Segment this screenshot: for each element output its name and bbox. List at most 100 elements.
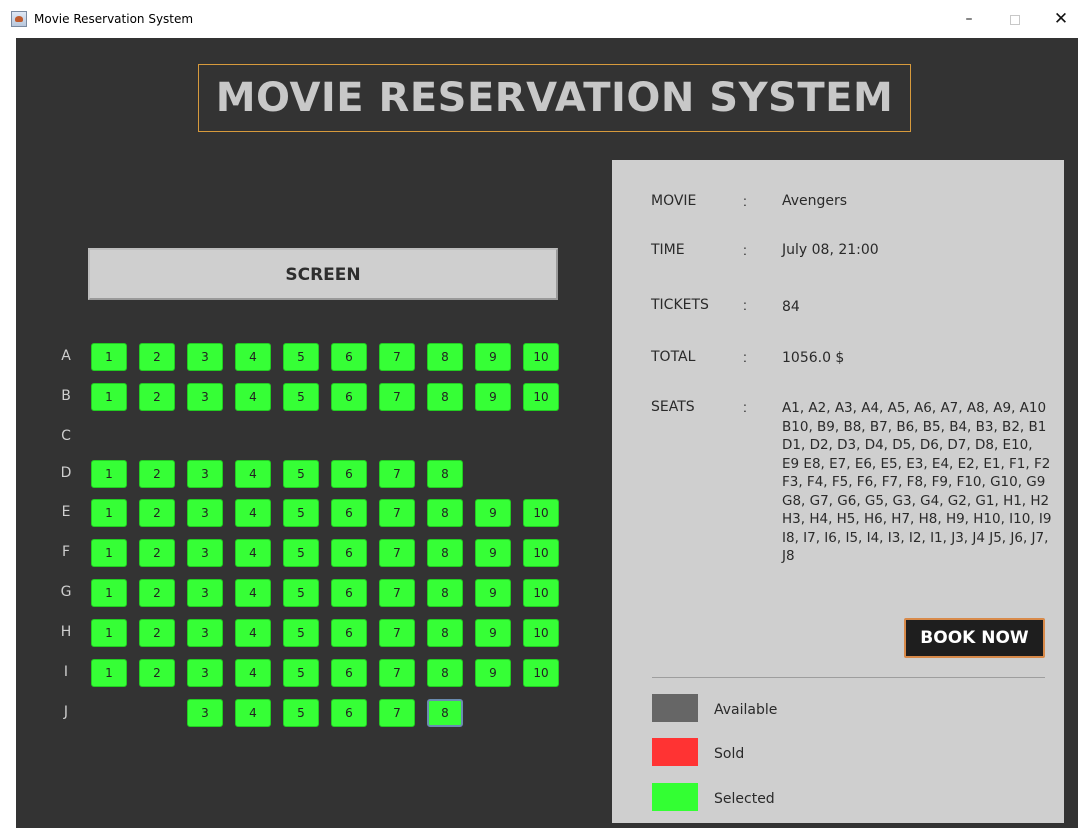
seat-d2[interactable]: 2 bbox=[139, 460, 175, 488]
seat-i8[interactable]: 8 bbox=[427, 659, 463, 687]
seat-g5[interactable]: 5 bbox=[283, 579, 319, 607]
seat-d1[interactable]: 1 bbox=[91, 460, 127, 488]
seat-d5[interactable]: 5 bbox=[283, 460, 319, 488]
close-button[interactable]: ✕ bbox=[1038, 0, 1078, 38]
seat-j4[interactable]: 4 bbox=[235, 699, 271, 727]
row-label-f: F bbox=[61, 544, 71, 560]
seat-f9[interactable]: 9 bbox=[475, 539, 511, 567]
seat-e7[interactable]: 7 bbox=[379, 499, 415, 527]
maximize-button[interactable] bbox=[992, 0, 1038, 38]
seat-d7[interactable]: 7 bbox=[379, 460, 415, 488]
seat-b10[interactable]: 10 bbox=[523, 383, 559, 411]
seat-i4[interactable]: 4 bbox=[235, 659, 271, 687]
seat-a4[interactable]: 4 bbox=[235, 343, 271, 371]
seat-f6[interactable]: 6 bbox=[331, 539, 367, 567]
app-title: MOVIE RESERVATION SYSTEM bbox=[215, 75, 894, 121]
seat-a9[interactable]: 9 bbox=[475, 343, 511, 371]
seat-i2[interactable]: 2 bbox=[139, 659, 175, 687]
seat-d8[interactable]: 8 bbox=[427, 460, 463, 488]
seat-i1[interactable]: 1 bbox=[91, 659, 127, 687]
seat-e2[interactable]: 2 bbox=[139, 499, 175, 527]
seat-a6[interactable]: 6 bbox=[331, 343, 367, 371]
seat-d3[interactable]: 3 bbox=[187, 460, 223, 488]
seat-e4[interactable]: 4 bbox=[235, 499, 271, 527]
seat-f4[interactable]: 4 bbox=[235, 539, 271, 567]
seat-h5[interactable]: 5 bbox=[283, 619, 319, 647]
seat-f1[interactable]: 1 bbox=[91, 539, 127, 567]
row-label-j: J bbox=[63, 704, 69, 720]
seat-b7[interactable]: 7 bbox=[379, 383, 415, 411]
seat-g8[interactable]: 8 bbox=[427, 579, 463, 607]
seat-f8[interactable]: 8 bbox=[427, 539, 463, 567]
seat-a2[interactable]: 2 bbox=[139, 343, 175, 371]
seat-h7[interactable]: 7 bbox=[379, 619, 415, 647]
seat-a7[interactable]: 7 bbox=[379, 343, 415, 371]
seat-i5[interactable]: 5 bbox=[283, 659, 319, 687]
minimize-button[interactable]: – bbox=[946, 0, 992, 38]
seat-a8[interactable]: 8 bbox=[427, 343, 463, 371]
seat-j5[interactable]: 5 bbox=[283, 699, 319, 727]
seat-h4[interactable]: 4 bbox=[235, 619, 271, 647]
seat-e10[interactable]: 10 bbox=[523, 499, 559, 527]
seat-e5[interactable]: 5 bbox=[283, 499, 319, 527]
seat-e1[interactable]: 1 bbox=[91, 499, 127, 527]
seat-h6[interactable]: 6 bbox=[331, 619, 367, 647]
tickets-key: TICKETS bbox=[651, 297, 709, 313]
row-label-g: G bbox=[60, 584, 72, 600]
legend-sold-label: Sold bbox=[714, 746, 745, 762]
seat-f2[interactable]: 2 bbox=[139, 539, 175, 567]
seat-j3[interactable]: 3 bbox=[187, 699, 223, 727]
seat-i7[interactable]: 7 bbox=[379, 659, 415, 687]
seat-a5[interactable]: 5 bbox=[283, 343, 319, 371]
seat-g7[interactable]: 7 bbox=[379, 579, 415, 607]
seat-g1[interactable]: 1 bbox=[91, 579, 127, 607]
seat-f3[interactable]: 3 bbox=[187, 539, 223, 567]
seat-b2[interactable]: 2 bbox=[139, 383, 175, 411]
seat-h10[interactable]: 10 bbox=[523, 619, 559, 647]
main-panel: MOVIE RESERVATION SYSTEM SCREEN A1234567… bbox=[16, 38, 1078, 828]
seat-h9[interactable]: 9 bbox=[475, 619, 511, 647]
seat-b4[interactable]: 4 bbox=[235, 383, 271, 411]
seat-h3[interactable]: 3 bbox=[187, 619, 223, 647]
seat-i10[interactable]: 10 bbox=[523, 659, 559, 687]
window-left-edge bbox=[0, 38, 16, 828]
seat-a3[interactable]: 3 bbox=[187, 343, 223, 371]
seat-b8[interactable]: 8 bbox=[427, 383, 463, 411]
seat-b5[interactable]: 5 bbox=[283, 383, 319, 411]
seat-j7[interactable]: 7 bbox=[379, 699, 415, 727]
seat-j6[interactable]: 6 bbox=[331, 699, 367, 727]
seat-d6[interactable]: 6 bbox=[331, 460, 367, 488]
seat-i3[interactable]: 3 bbox=[187, 659, 223, 687]
seat-b9[interactable]: 9 bbox=[475, 383, 511, 411]
seat-b3[interactable]: 3 bbox=[187, 383, 223, 411]
seat-b6[interactable]: 6 bbox=[331, 383, 367, 411]
seat-g9[interactable]: 9 bbox=[475, 579, 511, 607]
seat-h8[interactable]: 8 bbox=[427, 619, 463, 647]
seat-e8[interactable]: 8 bbox=[427, 499, 463, 527]
seat-f7[interactable]: 7 bbox=[379, 539, 415, 567]
seat-f10[interactable]: 10 bbox=[523, 539, 559, 567]
seat-g2[interactable]: 2 bbox=[139, 579, 175, 607]
total-value: 1056.0 $ bbox=[782, 350, 845, 366]
seat-g4[interactable]: 4 bbox=[235, 579, 271, 607]
seat-e9[interactable]: 9 bbox=[475, 499, 511, 527]
seat-f5[interactable]: 5 bbox=[283, 539, 319, 567]
seat-e6[interactable]: 6 bbox=[331, 499, 367, 527]
java-app-icon bbox=[11, 11, 27, 27]
seat-g10[interactable]: 10 bbox=[523, 579, 559, 607]
seat-g6[interactable]: 6 bbox=[331, 579, 367, 607]
seat-a10[interactable]: 10 bbox=[523, 343, 559, 371]
seat-h1[interactable]: 1 bbox=[91, 619, 127, 647]
seat-h2[interactable]: 2 bbox=[139, 619, 175, 647]
seat-d4[interactable]: 4 bbox=[235, 460, 271, 488]
seat-i9[interactable]: 9 bbox=[475, 659, 511, 687]
book-now-button[interactable]: BOOK NOW bbox=[904, 618, 1045, 658]
seat-a1[interactable]: 1 bbox=[91, 343, 127, 371]
seat-b1[interactable]: 1 bbox=[91, 383, 127, 411]
tickets-value: 84 bbox=[782, 299, 800, 315]
seat-i6[interactable]: 6 bbox=[331, 659, 367, 687]
seat-g3[interactable]: 3 bbox=[187, 579, 223, 607]
row-label-i: I bbox=[63, 664, 69, 680]
seat-j8[interactable]: 8 bbox=[427, 699, 463, 727]
seat-e3[interactable]: 3 bbox=[187, 499, 223, 527]
